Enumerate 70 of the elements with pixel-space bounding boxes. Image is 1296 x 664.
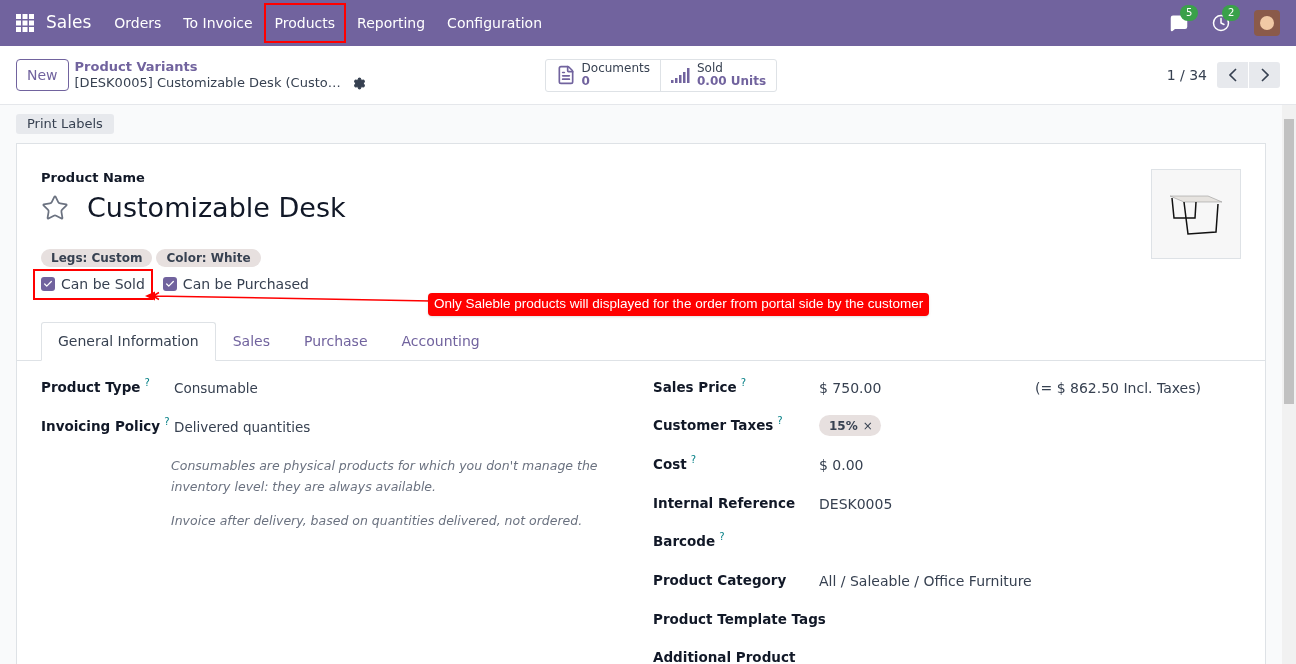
attribute-tag: Legs: Custom (41, 248, 153, 267)
field-label: Cost (653, 454, 687, 474)
field-label: Product Category (653, 570, 787, 590)
message-count-badge: 5 (1180, 5, 1199, 21)
app-name[interactable]: Sales (46, 10, 92, 36)
field-value: Consumable (174, 378, 258, 398)
form-tab[interactable]: Accounting (384, 321, 497, 361)
field-value: All / Saleable / Office Furniture (819, 571, 1033, 591)
smart-button-value: 0 (581, 75, 591, 88)
help-tooltip[interactable]: ? (690, 453, 696, 466)
tag-label: 15% (829, 417, 858, 435)
field-value: DESK0005 (819, 494, 894, 514)
previous-button[interactable] (1217, 62, 1248, 88)
menu-item[interactable]: Reporting (346, 3, 437, 43)
smart-button-value: 0.00 Units (696, 75, 767, 88)
activity-count-badge: 2 (1222, 5, 1241, 21)
pager-value: 1 / 34 (1166, 65, 1207, 85)
help-note: Consumables are physical products for which you don't manage the inventory level: they are always available. (171, 456, 599, 496)
checkbox[interactable] (41, 277, 55, 291)
clock-icon[interactable] (1212, 14, 1230, 32)
field-label: Product Template Tags (653, 609, 826, 629)
form-tab[interactable]: Sales (215, 321, 287, 361)
chevron-left-icon (1228, 68, 1237, 82)
annotation-callout: Only Saleble products will displayed for the order from portal side by the customer (428, 293, 930, 316)
help-tooltip[interactable]: ? (740, 376, 746, 389)
smart-button-label: Documents (581, 62, 650, 75)
field-label: Internal Reference (653, 493, 796, 513)
field-label: Sales Price (653, 377, 737, 397)
smart-button[interactable]: Documents 0 (545, 59, 660, 91)
field-label: Invoicing Policy (41, 416, 161, 436)
field-value: $ 0.00 (819, 455, 865, 475)
new-button[interactable]: New (16, 59, 69, 91)
field-label: Additional Product (653, 648, 796, 664)
menu-item[interactable]: Orders (103, 3, 173, 43)
remove-tag-button[interactable]: × (862, 416, 873, 435)
avatar[interactable] (1254, 10, 1280, 36)
menu-item[interactable]: To Invoice (172, 3, 264, 43)
next-button[interactable] (1249, 62, 1280, 88)
checkbox-option[interactable]: Can be Purchased (154, 268, 317, 300)
smart-button[interactable]: Sold 0.00 Units (659, 59, 777, 91)
checkbox[interactable] (162, 277, 177, 291)
checkmark-icon (164, 279, 175, 289)
tax-included-amount: (= $ 862.50 Incl. Taxes) (1035, 378, 1201, 398)
attribute-tag: Color: White (156, 248, 261, 267)
field-value: $ 750.00 (819, 378, 883, 398)
product-name: Customizable Desk (87, 191, 346, 225)
bar-chart-icon (670, 67, 691, 83)
print-labels-button[interactable]: Print Labels (16, 114, 114, 134)
help-tooltip[interactable]: ? (719, 531, 725, 544)
help-note: Invoice after delivery, based on quantities delivered, not ordered. (171, 511, 584, 530)
field-label: Product Name (41, 168, 146, 187)
chevron-right-icon (1260, 68, 1269, 82)
menu-item[interactable]: Products (263, 3, 347, 43)
help-tooltip[interactable]: ? (144, 376, 150, 389)
field-label: Barcode (653, 532, 716, 552)
breadcrumb-link[interactable]: Product Variants (74, 59, 375, 75)
form-tab[interactable]: General Information (41, 321, 216, 361)
record-title: [DESK0005] Customizable Desk (Custo… (74, 75, 341, 91)
field-label: Product Type (41, 377, 141, 397)
settings-icon[interactable] (352, 76, 366, 90)
field-value: Delivered quantities (174, 417, 311, 437)
help-tooltip[interactable]: ? (777, 415, 783, 428)
help-tooltip[interactable]: ? (164, 415, 170, 428)
checkbox-option[interactable]: Can be Sold (33, 268, 153, 300)
menu-item[interactable]: Configuration (436, 3, 554, 43)
checkmark-icon (43, 279, 53, 289)
smart-button-label: Sold (696, 62, 724, 75)
field-label: Customer Taxes (653, 416, 774, 436)
form-tab[interactable]: Purchase (286, 321, 385, 361)
apps-grid-icon[interactable] (16, 14, 34, 32)
